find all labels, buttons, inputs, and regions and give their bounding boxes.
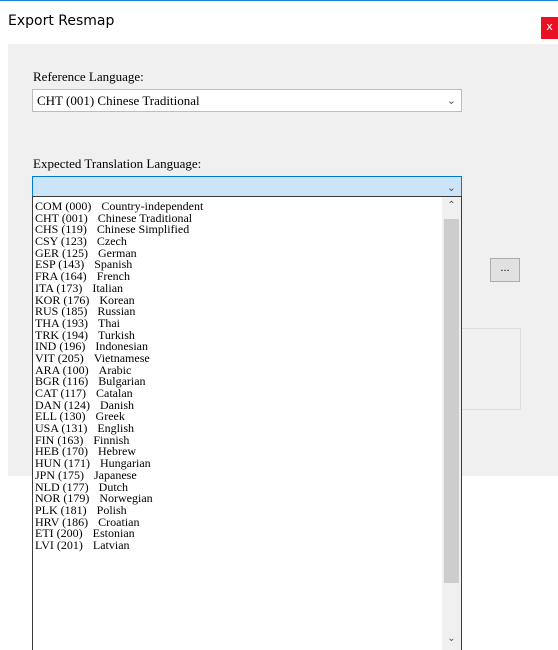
language-name: Latvian (92, 537, 130, 552)
reference-language-label: Reference Language: (33, 69, 144, 84)
browse-button[interactable]: ... (490, 258, 520, 282)
chevron-down-icon: ⌄ (446, 94, 456, 107)
language-dropdown-list[interactable]: COM (000) Country-independent CHT (001) Chi… (32, 196, 462, 650)
expected-language-label: Expected Translation Language: (33, 156, 202, 171)
close-button[interactable]: x (541, 17, 558, 39)
window-title: Export Resmap (8, 13, 115, 29)
scroll-thumb[interactable] (444, 219, 459, 583)
language-code: LVI (201) (35, 537, 83, 552)
title-bar: Export Resmap x (0, 0, 558, 45)
chevron-down-icon: ⌄ (446, 181, 456, 194)
close-icon: x (546, 20, 553, 33)
language-list: COM (000) Country-independent CHT (001) Chi… (35, 200, 203, 552)
reference-language-select[interactable]: CHT (001) Chinese Traditional ⌄ (32, 89, 462, 112)
chevron-down-icon[interactable]: ⌄ (442, 633, 461, 650)
scrollbar[interactable]: ⌃ ⌄ (442, 197, 461, 650)
language-option[interactable]: LVI (201) Latvian (35, 537, 203, 552)
chevron-up-icon[interactable]: ⌃ (442, 200, 461, 217)
reference-language-value: CHT (001) Chinese Traditional (37, 93, 200, 108)
group-box (460, 328, 521, 410)
